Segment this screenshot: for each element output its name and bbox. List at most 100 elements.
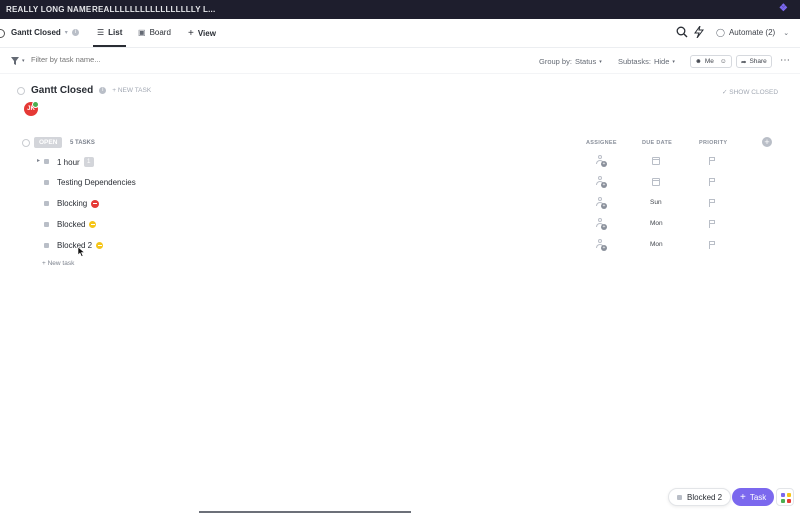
me-label: Me (704, 58, 714, 65)
table-row[interactable]: Blocking + Sun (0, 193, 800, 214)
add-assignee-icon[interactable]: + (596, 155, 608, 167)
task-name: Blocked 2 (57, 241, 93, 250)
more-options-button[interactable]: ⋯ (780, 55, 790, 66)
status-badge[interactable]: OPEN (34, 137, 63, 148)
chevron-down-icon[interactable]: ▾ (65, 29, 68, 36)
active-tab-indicator (93, 45, 126, 47)
share-button[interactable]: ➦ Share (736, 55, 772, 68)
due-date[interactable]: Sun (650, 199, 662, 206)
filter-icon (11, 57, 19, 65)
column-header-due-date[interactable]: DUE DATE (642, 140, 672, 146)
collapse-group-icon[interactable] (22, 139, 30, 147)
table-row[interactable]: ▸ 1 hour 1 + (0, 151, 800, 172)
apps-grid-icon (781, 493, 785, 497)
tab-board[interactable]: ▣ Board (138, 28, 171, 37)
due-date[interactable]: Mon (650, 241, 663, 248)
tray-item-label: Blocked 2 (687, 492, 723, 502)
task-name-cell[interactable]: Blocking (57, 199, 100, 208)
lightning-icon (694, 26, 704, 38)
apps-grid-cell (787, 499, 791, 503)
table-row[interactable]: Testing Dependencies + (0, 172, 800, 193)
new-task-row-button[interactable]: + New task (42, 260, 74, 267)
list-name: Gantt Closed (11, 28, 61, 37)
info-icon[interactable]: i (71, 29, 79, 36)
task-name: Blocking (57, 199, 88, 208)
sidebar-toggle-icon[interactable] (0, 29, 5, 38)
column-header-priority[interactable]: PRIORITY (699, 140, 727, 146)
status-square-icon[interactable] (44, 159, 49, 164)
group-by-button[interactable]: Group by: Status ▾ (539, 57, 602, 66)
chevron-down-icon: ⌄ (783, 29, 790, 37)
status-group-header: OPEN 5 TASKS ASSIGNEE DUE DATE PRIORITY … (22, 137, 782, 151)
search-icon (676, 26, 688, 38)
add-assignee-icon[interactable]: + (596, 197, 608, 209)
info-icon[interactable]: i (99, 87, 107, 94)
add-assignee-icon[interactable]: + (596, 218, 608, 230)
status-square-icon[interactable] (44, 201, 49, 206)
me-filter-button[interactable]: ☻ Me ☺ (690, 55, 732, 68)
status-square-icon (677, 494, 682, 500)
apps-button[interactable] (776, 488, 794, 506)
calendar-icon[interactable] (652, 178, 660, 186)
plus-icon: + (188, 28, 194, 39)
flag-icon[interactable] (709, 220, 716, 228)
add-view-button[interactable]: + View (188, 28, 216, 39)
table-row[interactable]: Blocked 2 + Mon (0, 235, 800, 256)
flag-icon[interactable] (709, 157, 716, 165)
status-square-icon[interactable] (44, 243, 49, 248)
pin-icon[interactable]: ❖ (779, 3, 788, 14)
search-button[interactable] (676, 26, 688, 38)
task-name-cell[interactable]: Blocked (57, 220, 97, 229)
collapse-icon[interactable] (17, 86, 25, 95)
show-closed-label: SHOW CLOSED (729, 89, 779, 96)
mouse-cursor-icon (77, 244, 86, 257)
plus-icon: + (740, 491, 746, 503)
users-icon: ☺ (719, 58, 727, 65)
table-row[interactable]: Blocked + Mon (0, 214, 800, 235)
task-name: 1 hour (57, 157, 80, 167)
task-name-cell[interactable]: 1 hour 1 (57, 157, 94, 167)
tab-realllly-long[interactable]: REALLLLLLLLLLLLLLLLLY L... (92, 5, 215, 14)
due-date[interactable]: Mon (650, 220, 663, 227)
tray-item[interactable]: Blocked 2 (668, 488, 732, 506)
calendar-icon[interactable] (652, 157, 660, 165)
avatar[interactable]: JK (24, 101, 39, 116)
filter-bar: ▾ Group by: Status ▾ Subtasks: Hide ▾ ☻ … (0, 48, 800, 74)
chevron-down-icon: ▾ (599, 58, 602, 65)
task-count: 5 TASKS (70, 140, 95, 146)
filter-button[interactable]: ▾ (11, 57, 25, 65)
status-square-icon[interactable] (44, 180, 49, 185)
flag-icon[interactable] (709, 199, 716, 207)
flag-icon[interactable] (709, 241, 716, 249)
status-square-icon[interactable] (44, 222, 49, 227)
task-name-cell[interactable]: Testing Dependencies (57, 178, 136, 187)
tab-really-long-name[interactable]: REALLY LONG NAME (6, 5, 91, 14)
share-label: Share (749, 58, 767, 65)
tab-list-label: List (108, 28, 123, 37)
tab-list[interactable]: ☰ List (97, 28, 122, 37)
column-header-assignee[interactable]: ASSIGNEE (586, 140, 617, 146)
subtasks-value: Hide (653, 57, 670, 66)
add-view-label: View (197, 29, 216, 38)
filter-input[interactable] (31, 55, 181, 64)
user-icon: ☻ (695, 58, 702, 65)
apps-grid-cell (787, 493, 791, 497)
add-task-button[interactable]: + Task (732, 488, 775, 506)
waiting-icon[interactable] (89, 221, 97, 228)
subtasks-button[interactable]: Subtasks: Hide ▾ (618, 57, 675, 66)
automate-button[interactable]: ◯ Automate (2) ⌄ (716, 28, 789, 37)
show-closed-button[interactable]: ✓ SHOW CLOSED (722, 88, 778, 96)
list-view-icon: ☰ (97, 28, 105, 37)
waiting-icon[interactable] (96, 242, 104, 249)
lightning-button[interactable] (694, 26, 704, 38)
new-task-link[interactable]: + NEW TASK (112, 87, 151, 94)
flag-icon[interactable] (709, 178, 716, 186)
subtask-count-badge[interactable]: 1 (83, 157, 94, 167)
expand-subtasks-icon[interactable]: ▸ (37, 157, 40, 164)
add-assignee-icon[interactable]: + (596, 176, 608, 188)
add-column-button[interactable]: + (762, 137, 772, 147)
ellipsis-icon: ⋯ (780, 55, 790, 66)
blocking-icon[interactable] (91, 199, 100, 208)
add-assignee-icon[interactable]: + (596, 239, 608, 251)
list-title[interactable]: Gantt Closed ▾ i (11, 28, 79, 37)
